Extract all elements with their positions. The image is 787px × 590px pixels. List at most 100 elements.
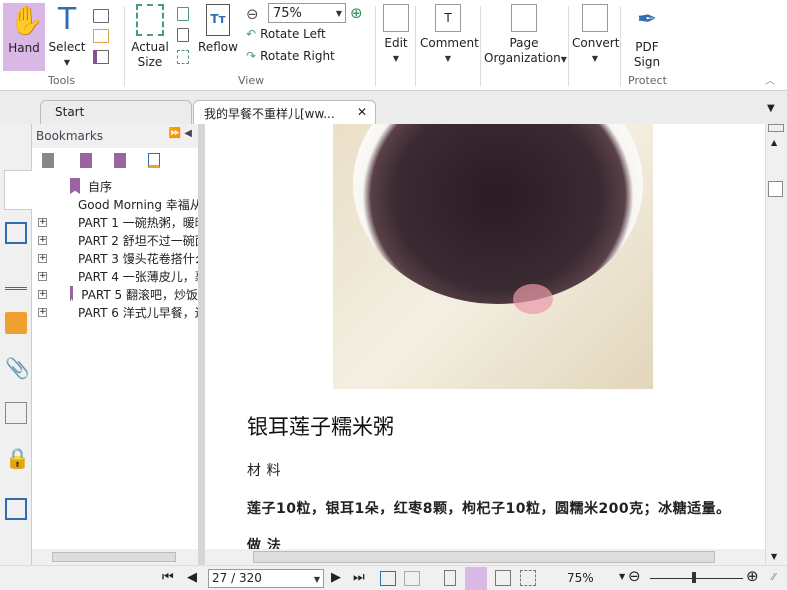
h-scroll-thumb[interactable] <box>253 551 715 563</box>
add-bookmark-icon[interactable] <box>80 153 92 168</box>
panel-options-icon[interactable]: ⏩ ◀ <box>169 128 192 139</box>
bowl-image <box>353 124 643 304</box>
zoom-in-icon[interactable]: ⊕ <box>350 4 363 22</box>
resize-grip-icon[interactable]: ⁄⁄ <box>772 572 775 583</box>
expand-toggle[interactable]: + <box>38 290 47 299</box>
signatures-icon[interactable] <box>5 402 27 424</box>
collapse-ribbon-icon[interactable]: ︿ <box>765 72 775 87</box>
next-view-icon[interactable] <box>404 571 420 586</box>
comments-icon[interactable] <box>5 312 27 334</box>
bookmark-item[interactable]: 自序 <box>70 177 198 195</box>
expand-toggle[interactable]: + <box>38 236 47 245</box>
bookmark-icon <box>70 178 80 194</box>
expand-toggle[interactable]: + <box>38 308 47 317</box>
actual-size-icon <box>136 4 164 36</box>
comment-button[interactable]: T Comment ▼ <box>420 4 479 66</box>
fit-width-icon[interactable] <box>177 28 189 42</box>
attachments-icon[interactable]: 📎 <box>5 356 30 380</box>
reflow-button[interactable]: Tт Reflow <box>198 4 238 55</box>
tab-bar: Start 我的早餐不重样儿[ww... ✕ ▼ <box>0 91 787 124</box>
previous-page-button[interactable]: ◀ <box>187 570 197 585</box>
page-organization-icon <box>511 4 537 32</box>
bookmark-item[interactable]: PART 1 一碗热粥，暖暖 <box>70 213 198 231</box>
method-heading: 做 法 <box>247 538 282 549</box>
expand-toggle[interactable]: + <box>38 218 47 227</box>
porridge-photo <box>333 124 653 389</box>
rotate-left-icon: ↶ <box>246 27 257 41</box>
zoom-in-button[interactable]: ⊕ <box>746 567 759 585</box>
divider <box>568 6 569 86</box>
recipe-title: 银耳莲子糯米粥 <box>247 415 394 439</box>
close-tab-icon[interactable]: ✕ <box>357 105 367 119</box>
tab-document[interactable]: 我的早餐不重样儿[ww... ✕ <box>193 100 376 124</box>
bookmark-item[interactable]: Good Morning 幸福从早 <box>70 195 198 213</box>
bookmark-options-icon[interactable] <box>148 153 160 168</box>
single-page-icon[interactable] <box>444 570 456 586</box>
actual-size-button[interactable]: Actual Size <box>130 4 170 70</box>
edit-button[interactable]: Edit ▼ <box>380 4 412 66</box>
scroll-down-arrow[interactable]: ▼ <box>771 552 777 561</box>
convert-icon <box>582 4 608 32</box>
convert-button[interactable]: Convert ▼ <box>572 4 619 66</box>
page-thumbnails-icon[interactable] <box>5 222 27 244</box>
expand-toggle[interactable]: + <box>38 272 47 281</box>
layers-icon[interactable] <box>5 268 27 290</box>
navigation-panel-strip: 📎 🔒 <box>0 124 32 565</box>
delete-bookmark-icon[interactable] <box>42 153 54 168</box>
scroll-top-button[interactable] <box>768 124 784 132</box>
expand-toggle[interactable]: + <box>38 254 47 263</box>
expand-bookmark-icon[interactable] <box>114 153 126 168</box>
bookmarks-header: Bookmarks ⏩ ◀ <box>32 124 198 148</box>
scroll-thumb[interactable] <box>768 181 783 197</box>
rotate-right-button[interactable]: ↷ Rotate Right <box>246 49 335 63</box>
next-page-button[interactable]: ▶ <box>331 570 341 585</box>
first-page-button[interactable]: ⏮ <box>162 570 174 585</box>
previous-view-icon[interactable] <box>380 571 396 586</box>
bookmark-item[interactable]: PART 5 翻滚吧，炒饭 <box>70 285 198 303</box>
fit-page-icon[interactable] <box>177 7 189 21</box>
divider <box>480 6 481 86</box>
bookmark-page-icon[interactable] <box>93 50 109 64</box>
zoom-slider-thumb[interactable] <box>691 572 696 583</box>
text-select-icon: T <box>57 2 77 37</box>
scroll-up-arrow[interactable]: ▲ <box>771 138 777 147</box>
snapshot-icon[interactable] <box>93 9 109 23</box>
zoom-select[interactable]: 75% ▼ <box>268 3 346 23</box>
bookmarks-horizontal-scrollbar[interactable] <box>32 549 198 565</box>
form-fields-icon[interactable] <box>5 498 27 520</box>
zoom-out-button[interactable]: ⊖ <box>628 567 641 585</box>
bookmarks-panel: Bookmarks⏩ ◀ 自序Good Morning 幸福从早PART 1 一… <box>32 124 198 565</box>
page-organization-button[interactable]: Page Organization▼ <box>484 4 567 67</box>
last-page-button[interactable]: ⏭ <box>353 570 365 585</box>
rotate-left-button[interactable]: ↶ Rotate Left <box>246 27 326 41</box>
zoom-level-text: 75% <box>567 571 594 585</box>
zoom-dropdown[interactable]: ▼ <box>619 572 625 581</box>
continuous-facing-icon[interactable] <box>520 570 536 586</box>
ingredients-text: 莲子10粒，银耳1朵，红枣8颗，枸杞子10粒，圆糯米200克；冰糖适量。 <box>247 501 731 517</box>
zoom-slider[interactable] <box>650 578 743 579</box>
clipboard-icon[interactable] <box>93 29 109 43</box>
tools-group-label: Tools <box>48 74 76 87</box>
bookmark-item[interactable]: PART 2 舒坦不过一碗面 <box>70 231 198 249</box>
facing-page-icon[interactable] <box>495 570 511 586</box>
panel-splitter[interactable] <box>198 124 205 565</box>
tab-list-dropdown[interactable]: ▼ <box>767 103 775 114</box>
bookmark-item[interactable]: PART 6 洋式儿早餐，还 <box>70 303 198 321</box>
horizontal-scrollbar[interactable] <box>205 549 765 565</box>
fit-visible-icon[interactable] <box>177 50 189 64</box>
bookmark-item[interactable]: PART 3 馒头花卷搭什么 <box>70 249 198 267</box>
tab-start[interactable]: Start <box>40 100 192 124</box>
hand-tool-button[interactable]: ✋ Hand <box>3 3 45 71</box>
page-number-input[interactable]: 27 / 320 ▼ <box>208 569 324 588</box>
bookmark-item[interactable]: PART 4 一张薄皮儿，裹 <box>70 267 198 285</box>
vertical-scrollbar[interactable]: ▲ ▼ <box>765 124 787 565</box>
divider <box>124 6 125 86</box>
continuous-page-icon[interactable] <box>465 567 487 590</box>
select-tool-button[interactable]: T Select ▼ <box>48 4 86 70</box>
hand-icon: ✋ <box>9 4 44 37</box>
zoom-out-icon[interactable]: ⊖ <box>246 5 259 23</box>
bookmarks-panel-icon[interactable] <box>4 170 32 210</box>
document-view[interactable]: 银耳莲子糯米粥 材 料 莲子10粒，银耳1朵，红枣8颗，枸杞子10粒，圆糯米20… <box>205 124 765 549</box>
security-lock-icon[interactable]: 🔒 <box>5 446 30 470</box>
pdf-sign-button[interactable]: ✒ PDF Sign <box>625 4 669 70</box>
